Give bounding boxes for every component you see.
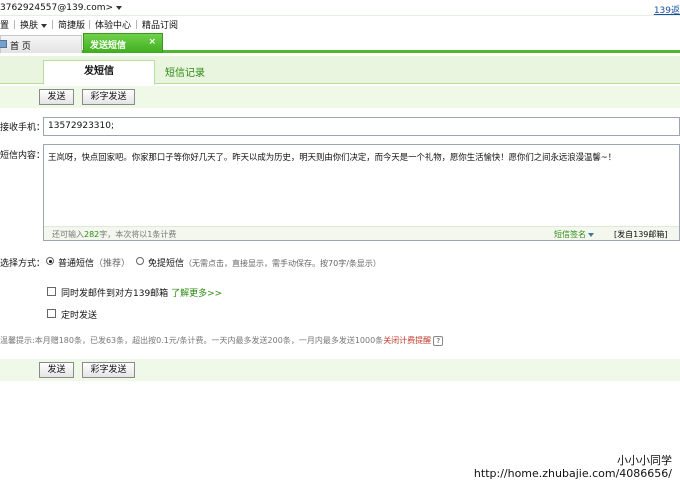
mode-label: 选择方式：: [0, 259, 46, 269]
menu-simple[interactable]: 简捷版: [58, 18, 85, 31]
mode-flash-hint: （无需点击，直接显示，需手动保存。按70字/条显示）: [184, 259, 381, 268]
tab-home[interactable]: 首 页: [0, 35, 82, 53]
watermark-url: http://home.zhubajie.com/4086656/: [473, 467, 672, 480]
color-send-button[interactable]: 彩字发送: [82, 89, 135, 105]
menu-divider: [89, 20, 90, 29]
signature-dropdown[interactable]: 短信签名: [554, 229, 594, 240]
billing-tip: 温馨提示:本月赠180条，已发63条，超出按0.1元/条计费。一天内最多发送20…: [0, 335, 444, 346]
watermark-name: 小小小同学: [617, 454, 672, 467]
message-textarea[interactable]: 王岚呀，快点回家吧。你家那口子等你好几天了。昨天以成为历史，明天则由你们决定，而…: [43, 144, 680, 241]
mode-normal: 普通短信（推荐）: [58, 256, 130, 269]
mode-flash: 免提短信（无需点击，直接显示，需手动保存。按70字/条显示）: [148, 256, 381, 269]
menu-settings[interactable]: 置: [0, 18, 9, 31]
tab-send-sms[interactable]: 发送短信 ×: [83, 33, 163, 53]
color-send-button-bottom[interactable]: 彩字发送: [82, 362, 135, 378]
copy-mail-option: 同时发邮件到对方139邮箱 了解更多>>: [61, 286, 222, 299]
menu-subscribe[interactable]: 精品订阅: [142, 18, 178, 31]
close-icon[interactable]: ×: [148, 37, 156, 47]
send-button[interactable]: 发送: [39, 89, 74, 105]
account-email: 3762924557@139.com>: [0, 3, 114, 13]
message-text: 王岚呀，快点回家吧。你家那口子等你好几天了。昨天以成为历史，明天则由你们决定，而…: [48, 152, 617, 162]
char-count-suffix: 字，本次将以1条计费: [99, 230, 177, 239]
copy-mail-label: 同时发邮件到对方139邮箱: [61, 289, 169, 299]
menu-divider: [14, 20, 15, 29]
account-menu[interactable]: 3762924557@139.com>: [0, 3, 123, 13]
char-count-number: 282: [84, 230, 100, 239]
content-label: 短信内容：: [0, 151, 46, 161]
tab-home-label: 首 页: [10, 42, 31, 52]
mode-normal-hint: （推荐）: [94, 259, 131, 269]
top-right-link[interactable]: 139返: [654, 3, 680, 16]
menu-bar: 置 换肤 简捷版 体验中心 精品订阅: [0, 16, 680, 33]
mode-normal-label: 普通短信: [58, 259, 95, 269]
home-icon: [0, 40, 7, 48]
subtab-send[interactable]: 发短信: [43, 60, 155, 85]
tab-send-sms-label: 发送短信: [90, 41, 127, 51]
tab-strip: 首 页 发送短信 ×: [0, 33, 680, 53]
chevron-down-icon: [116, 5, 123, 10]
help-icon[interactable]: ?: [433, 335, 444, 346]
menu-skin[interactable]: 换肤: [20, 18, 48, 31]
chevron-down-icon: [588, 232, 594, 237]
mode-flash-label: 免提短信: [148, 259, 185, 269]
account-bar: 3762924557@139.com> 139返: [0, 0, 680, 16]
sub-tabs: 发短信 短信记录: [0, 56, 680, 85]
close-billing-reminder-link[interactable]: 关闭计费提醒: [383, 336, 431, 345]
tip-text: 温馨提示:本月赠180条，已发63条，超出按0.1元/条计费。一天内最多发送20…: [0, 336, 384, 345]
menu-experience[interactable]: 体验中心: [95, 18, 131, 31]
char-count: 还可输入282字，本次将以1条计费: [52, 229, 176, 240]
learn-more-link[interactable]: 了解更多>>: [171, 289, 222, 299]
recipient-label: 接收手机：: [0, 123, 46, 133]
recipient-input[interactable]: 13572923310;: [43, 117, 680, 136]
char-count-prefix: 还可输入: [52, 230, 84, 239]
message-footer: 还可输入282字，本次将以1条计费 短信签名 [发自139邮箱]: [44, 226, 679, 240]
scheduled-send-label: 定时发送: [61, 311, 98, 321]
chevron-down-icon: [41, 23, 48, 28]
sender-tag: [发自139邮箱]: [614, 230, 668, 239]
menu-skin-label: 换肤: [20, 21, 39, 31]
subtab-records[interactable]: 短信记录: [165, 64, 205, 79]
top-toolbar: 发送 彩字发送: [0, 86, 680, 108]
scheduled-send-checkbox[interactable]: [47, 309, 56, 318]
menu-divider: [52, 20, 53, 29]
menu-divider: [136, 20, 137, 29]
signature-label: 短信签名: [554, 230, 586, 239]
send-button-bottom[interactable]: 发送: [39, 362, 74, 378]
copy-mail-checkbox[interactable]: [47, 287, 56, 296]
bottom-toolbar: 发送 彩字发送: [0, 359, 680, 381]
radio-flash-sms[interactable]: [136, 257, 144, 265]
radio-normal-sms[interactable]: [46, 257, 54, 265]
